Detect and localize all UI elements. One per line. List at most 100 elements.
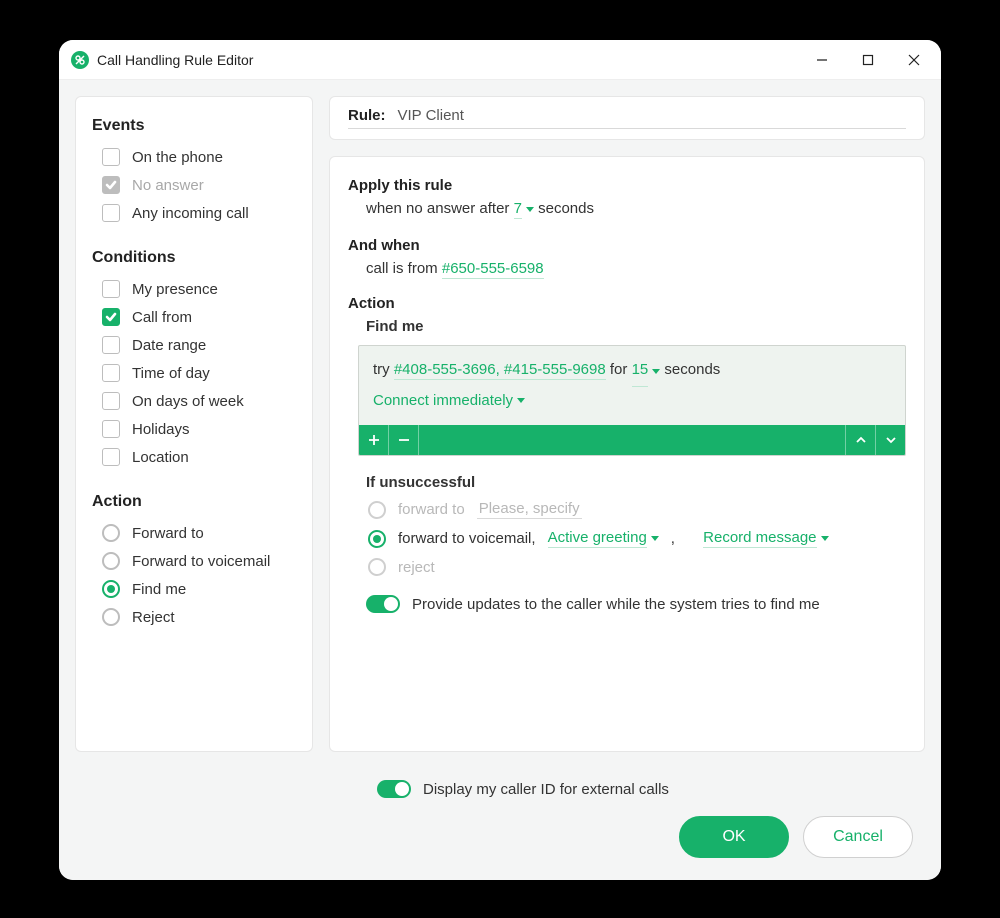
apply-rule-text: when no answer after 7 seconds bbox=[348, 200, 906, 219]
forward-to-input[interactable]: Please, specify bbox=[477, 500, 582, 519]
event-on-the-phone[interactable]: On the phone bbox=[92, 143, 296, 171]
action-forward-to-voicemail[interactable]: Forward to voicemail bbox=[92, 547, 296, 575]
and-when-text: call is from #650-555-6598 bbox=[348, 260, 906, 277]
footer: Display my caller ID for external calls … bbox=[59, 768, 941, 880]
condition-time-of-day[interactable]: Time of day bbox=[92, 359, 296, 387]
chevron-down-icon bbox=[517, 398, 525, 403]
cancel-button[interactable]: Cancel bbox=[803, 816, 913, 858]
display-caller-id-label: Display my caller ID for external calls bbox=[423, 781, 669, 798]
rule-name-panel: Rule: VIP Client bbox=[329, 96, 925, 140]
provide-updates-toggle[interactable] bbox=[366, 595, 400, 613]
if-unsuccessful-title: If unsuccessful bbox=[366, 474, 906, 491]
event-no-answer: No answer bbox=[92, 171, 296, 199]
try-seconds-dropdown[interactable]: 15 bbox=[632, 356, 661, 387]
and-when-title: And when bbox=[348, 237, 906, 254]
provide-updates-label: Provide updates to the caller while the … bbox=[412, 596, 820, 613]
display-caller-id-row: Display my caller ID for external calls bbox=[87, 780, 913, 798]
titlebar: Call Handling Rule Editor bbox=[59, 40, 941, 80]
chevron-down-icon bbox=[651, 536, 659, 541]
greeting-dropdown[interactable]: Active greeting bbox=[548, 529, 659, 548]
event-any-incoming-call[interactable]: Any incoming call bbox=[92, 199, 296, 227]
sidebar: Events On the phone No answer Any incomi… bbox=[75, 96, 313, 752]
condition-location[interactable]: Location bbox=[92, 443, 296, 471]
checkbox-icon bbox=[102, 308, 120, 326]
minimize-button[interactable] bbox=[799, 40, 845, 80]
record-dropdown[interactable]: Record message bbox=[703, 529, 828, 548]
action-subtitle: Find me bbox=[366, 318, 906, 335]
move-up-button[interactable] bbox=[845, 425, 875, 455]
checkbox-icon bbox=[102, 448, 120, 466]
action-find-me[interactable]: Find me bbox=[92, 575, 296, 603]
radio-icon bbox=[102, 524, 120, 542]
chevron-down-icon bbox=[652, 369, 660, 374]
connect-mode-dropdown[interactable]: Connect immediately bbox=[373, 387, 525, 416]
radio-icon bbox=[102, 580, 120, 598]
condition-my-presence[interactable]: My presence bbox=[92, 275, 296, 303]
unsuccessful-forward-to[interactable]: forward to Please, specify bbox=[358, 495, 906, 524]
condition-label: Holidays bbox=[132, 421, 190, 438]
radio-icon bbox=[368, 558, 386, 576]
condition-holidays[interactable]: Holidays bbox=[92, 415, 296, 443]
find-me-toolbar bbox=[359, 425, 905, 455]
radio-icon bbox=[368, 501, 386, 519]
condition-label: Location bbox=[132, 449, 189, 466]
condition-date-range[interactable]: Date range bbox=[92, 331, 296, 359]
app-icon bbox=[71, 51, 89, 69]
checkbox-icon bbox=[102, 280, 120, 298]
event-label: No answer bbox=[132, 177, 204, 194]
action-label: Find me bbox=[132, 581, 186, 598]
window-title: Call Handling Rule Editor bbox=[97, 52, 253, 68]
checkbox-icon bbox=[102, 336, 120, 354]
remove-step-button[interactable] bbox=[389, 425, 419, 455]
event-label: On the phone bbox=[132, 149, 223, 166]
event-label: Any incoming call bbox=[132, 205, 249, 222]
try-numbers[interactable]: #408-555-3696, #415-555-9698 bbox=[394, 361, 606, 380]
maximize-button[interactable] bbox=[845, 40, 891, 80]
content: Events On the phone No answer Any incomi… bbox=[59, 80, 941, 768]
checkbox-icon bbox=[102, 148, 120, 166]
radio-icon bbox=[102, 552, 120, 570]
add-step-button[interactable] bbox=[359, 425, 389, 455]
action-label: Forward to bbox=[132, 525, 204, 542]
condition-label: Time of day bbox=[132, 365, 210, 382]
condition-days-of-week[interactable]: On days of week bbox=[92, 387, 296, 415]
checkbox-icon bbox=[102, 204, 120, 222]
if-unsuccessful: If unsuccessful forward to Please, speci… bbox=[358, 474, 906, 613]
events-title: Events bbox=[92, 117, 296, 135]
call-from-number[interactable]: #650-555-6598 bbox=[442, 260, 544, 279]
provide-updates-row: Provide updates to the caller while the … bbox=[358, 595, 906, 613]
chevron-down-icon bbox=[526, 207, 534, 212]
condition-label: My presence bbox=[132, 281, 218, 298]
radio-icon bbox=[368, 530, 386, 548]
radio-icon bbox=[102, 608, 120, 626]
checkbox-icon bbox=[102, 420, 120, 438]
apply-rule-title: Apply this rule bbox=[348, 177, 906, 194]
action-label: Forward to voicemail bbox=[132, 553, 270, 570]
unsuccessful-voicemail[interactable]: forward to voicemail, Active greeting , … bbox=[358, 524, 906, 553]
seconds-dropdown[interactable]: 7 bbox=[514, 200, 534, 219]
chevron-down-icon bbox=[821, 536, 829, 541]
find-me-step-body: try #408-555-3696, #415-555-9698 for 15 … bbox=[359, 346, 905, 425]
unsuccessful-reject[interactable]: reject bbox=[358, 553, 906, 581]
checkbox-icon bbox=[102, 176, 120, 194]
condition-call-from[interactable]: Call from bbox=[92, 303, 296, 331]
find-me-step[interactable]: try #408-555-3696, #415-555-9698 for 15 … bbox=[358, 345, 906, 456]
display-caller-id-toggle[interactable] bbox=[377, 780, 411, 798]
conditions-title: Conditions bbox=[92, 249, 296, 267]
rule-editor-window: Call Handling Rule Editor Events On the … bbox=[59, 40, 941, 880]
window-controls bbox=[799, 40, 937, 80]
action-title: Action bbox=[92, 493, 296, 511]
action-section-title: Action bbox=[348, 295, 906, 312]
rule-name-input[interactable]: VIP Client bbox=[398, 107, 464, 124]
action-label: Reject bbox=[132, 609, 175, 626]
rule-body-panel: Apply this rule when no answer after 7 s… bbox=[329, 156, 925, 752]
checkbox-icon bbox=[102, 392, 120, 410]
move-down-button[interactable] bbox=[875, 425, 905, 455]
ok-button[interactable]: OK bbox=[679, 816, 789, 858]
condition-label: Call from bbox=[132, 309, 192, 326]
button-row: OK Cancel bbox=[87, 816, 913, 858]
close-button[interactable] bbox=[891, 40, 937, 80]
action-forward-to[interactable]: Forward to bbox=[92, 519, 296, 547]
action-reject[interactable]: Reject bbox=[92, 603, 296, 631]
main: Rule: VIP Client Apply this rule when no… bbox=[329, 96, 925, 752]
